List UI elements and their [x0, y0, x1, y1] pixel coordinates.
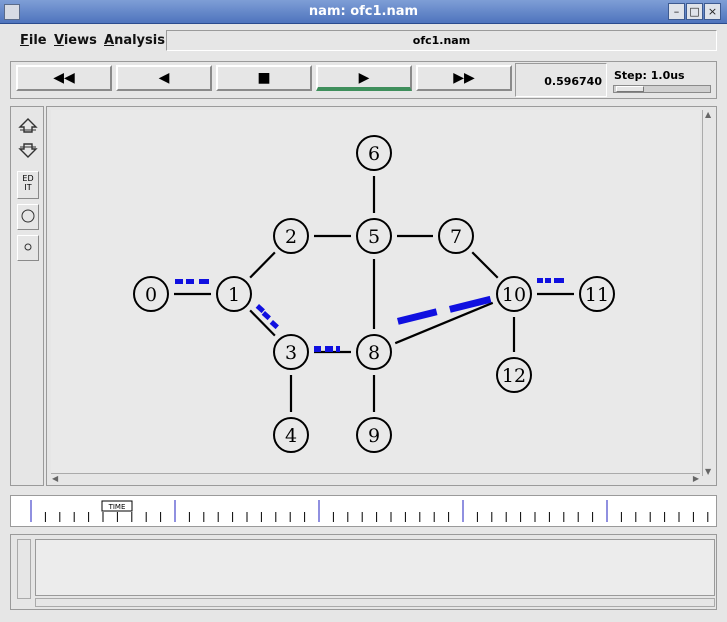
link-7-10[interactable]	[471, 251, 499, 279]
animation-area: 0 1 2 3 4 5 6 7 8 9 10 11 12 ▲ ▼ ◀ ▶	[46, 106, 717, 486]
packet[interactable]	[449, 295, 492, 313]
menu-views[interactable]: Views	[54, 33, 97, 48]
node-label: 0	[145, 284, 157, 306]
timeline-ticks: TIME	[30, 500, 709, 522]
node-label: 3	[285, 342, 297, 364]
node-6[interactable]: 6	[356, 135, 392, 171]
filename-display: ofc1.nam	[166, 30, 717, 51]
menu-file[interactable]: File	[20, 33, 47, 48]
step-control: Step: 1.0us	[609, 63, 715, 97]
node-11[interactable]: 11	[579, 276, 615, 312]
scroll-up-icon[interactable]: ▲	[705, 110, 711, 119]
timeline-slider[interactable]: TIME	[10, 495, 717, 527]
node-label: 1	[228, 284, 240, 306]
scroll-down-icon[interactable]: ▼	[705, 467, 711, 476]
node-label: 2	[285, 226, 297, 248]
fast-forward-button[interactable]: ▶▶	[416, 65, 512, 91]
title-bar: nam: ofc1.nam – □ ×	[0, 0, 727, 24]
node-3[interactable]: 3	[273, 334, 309, 370]
timeline-marker-label: TIME	[108, 503, 126, 511]
scroll-left-icon[interactable]: ◀	[52, 474, 58, 483]
menu-bar: File Views Analysis ofc1.nam	[8, 30, 720, 52]
horizontal-scrollbar[interactable]: ◀ ▶	[51, 473, 700, 484]
packet[interactable]	[255, 304, 265, 314]
packet[interactable]	[314, 346, 321, 352]
zoom-in-icon[interactable]	[17, 115, 39, 137]
node-0[interactable]: 0	[133, 276, 169, 312]
annotation-hscrollbar[interactable]	[35, 598, 715, 607]
node-9[interactable]: 9	[356, 417, 392, 453]
packet[interactable]	[325, 346, 333, 352]
zoom-out-icon[interactable]	[17, 141, 39, 163]
menu-analysis[interactable]: Analysis	[104, 33, 165, 48]
stop-button[interactable]: ■	[216, 65, 312, 91]
node-label: 7	[450, 226, 462, 248]
node-label: 4	[285, 425, 297, 447]
step-back-button[interactable]: ◀	[116, 65, 212, 91]
node-tool-icon[interactable]	[17, 204, 39, 230]
node-label: 11	[585, 284, 609, 306]
edit-button[interactable]: ED IT	[17, 171, 39, 199]
node-2[interactable]: 2	[273, 218, 309, 254]
node-label: 9	[368, 425, 380, 447]
network-graph: 0 12345678910 1112	[133, 135, 615, 453]
node-label: 5	[368, 226, 380, 248]
play-button[interactable]: ▶	[316, 65, 412, 91]
node-7[interactable]: 7	[438, 218, 474, 254]
packet[interactable]	[545, 278, 551, 283]
node-label: 6	[368, 143, 380, 165]
annotation-scrollbar[interactable]	[17, 539, 31, 599]
node-12[interactable]: 12	[496, 357, 532, 393]
window-title: nam: ofc1.nam	[308, 4, 419, 19]
node-label: 12	[502, 365, 526, 387]
step-slider[interactable]	[613, 85, 711, 93]
packet[interactable]	[397, 308, 438, 325]
time-readout: 0.596740	[515, 63, 607, 97]
node-4[interactable]: 4	[273, 417, 309, 453]
packet[interactable]	[199, 279, 209, 284]
step-slider-thumb[interactable]	[616, 86, 644, 92]
packet[interactable]	[186, 279, 194, 284]
node-10[interactable]: 10	[496, 276, 532, 312]
node-5[interactable]: 5	[356, 218, 392, 254]
annotation-list[interactable]	[35, 539, 715, 596]
small-node-tool-icon[interactable]	[17, 235, 39, 261]
network-canvas[interactable]: 0 1 2 3 4 5 6 7 8 9 10 11 12	[51, 110, 700, 473]
node-1[interactable]: 1	[216, 276, 252, 312]
maximize-button[interactable]: □	[686, 3, 703, 20]
playback-controls: ◀◀ ◀ ■ ▶ ▶▶ 0.596740 Step: 1.0us	[10, 61, 717, 99]
packet[interactable]	[537, 278, 543, 283]
step-label: Step: 1.0us	[614, 69, 685, 82]
rewind-button[interactable]: ◀◀	[16, 65, 112, 91]
packet[interactable]	[336, 346, 340, 352]
vertical-scrollbar[interactable]: ▲ ▼	[702, 110, 714, 476]
edit-toolbox: ED IT	[10, 106, 44, 486]
node-8[interactable]: 8	[356, 334, 392, 370]
node-label: 8	[368, 342, 380, 364]
annotation-panel	[10, 534, 717, 610]
link-8-10[interactable]	[394, 301, 494, 345]
packet[interactable]	[261, 311, 271, 321]
scroll-right-icon[interactable]: ▶	[693, 474, 699, 483]
link-1-2[interactable]	[249, 251, 276, 279]
packet[interactable]	[269, 320, 279, 330]
close-button[interactable]: ×	[704, 3, 721, 20]
minimize-button[interactable]: –	[668, 3, 685, 20]
packet[interactable]	[554, 278, 564, 283]
node-label: 10	[502, 284, 526, 306]
packet[interactable]	[175, 279, 183, 284]
